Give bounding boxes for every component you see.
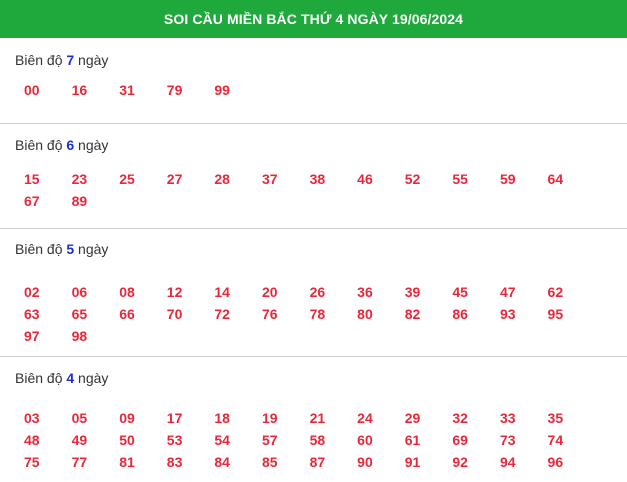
number-cell: 70: [166, 306, 183, 322]
number-cell: 81: [119, 454, 135, 470]
number-cell: 99: [214, 82, 230, 98]
number-cell: 03: [24, 410, 40, 426]
days-count: 5: [66, 241, 75, 257]
number-cell: 25: [119, 171, 135, 187]
number-cell: 33: [499, 410, 516, 426]
number-grid: 02 06 08 12 14 20 26 36 39 45 47 62 63 65 66 70 72 76 78 80…: [24, 281, 595, 347]
number-cell: 77: [71, 454, 88, 470]
number-cell: 55: [452, 171, 468, 187]
days-count: 6: [66, 137, 75, 153]
number-cell: 18: [214, 410, 230, 426]
number-cell: 86: [452, 306, 468, 322]
days-count: 4: [66, 370, 75, 386]
number-cell: 02: [24, 284, 40, 300]
number-cell: 95: [547, 306, 564, 322]
number-cell: 87: [309, 454, 326, 470]
number-cell: 26: [309, 284, 326, 300]
number-cell: 49: [71, 432, 88, 448]
number-cell: 63: [24, 306, 40, 322]
number-cell: 14: [214, 284, 230, 300]
number-cell: 46: [357, 171, 373, 187]
section-title: Biên độ 4 ngày: [15, 370, 109, 386]
amplitude-section-4: Biên độ 4 ngày 03 05 09 17 18 19 21 24 29 32 33 35 4…: [0, 357, 627, 482]
number-cell: 09: [119, 410, 135, 426]
number-cell: 37: [261, 171, 278, 187]
number-cell: 48: [24, 432, 40, 448]
number-cell: 24: [357, 410, 373, 426]
number-cell: 27: [166, 171, 183, 187]
number-cell: 16: [71, 82, 88, 98]
number-cell: 28: [214, 171, 230, 187]
number-cell: 00: [24, 82, 40, 98]
number-cell: 61: [404, 432, 421, 448]
number-cell: 59: [499, 171, 516, 187]
number-cell: 82: [404, 306, 421, 322]
number-cell: 60: [357, 432, 373, 448]
number-cell: 75: [24, 454, 40, 470]
number-cell: 31: [119, 82, 135, 98]
number-grid: 00 16 31 79 99: [24, 79, 595, 101]
number-cell: 23: [71, 171, 88, 187]
number-cell: 90: [357, 454, 373, 470]
number-cell: 92: [452, 454, 468, 470]
number-cell: 78: [309, 306, 326, 322]
number-cell: 64: [547, 171, 564, 187]
number-cell: 65: [71, 306, 88, 322]
amplitude-section-6: Biên độ 6 ngày 15 23 25 27 28 37 38 46 52 55 59 64 6…: [0, 124, 627, 229]
amplitude-section-7: Biên độ 7 ngày 00 16 31 79 99: [0, 38, 627, 124]
number-cell: 57: [261, 432, 278, 448]
section-title: Biên độ 6 ngày: [15, 137, 109, 153]
number-cell: 05: [71, 410, 88, 426]
number-cell: 73: [499, 432, 516, 448]
page-title: SOI CẦU MIỀN BẮC THỨ 4 NGÀY 19/06/2024: [163, 11, 464, 27]
number-cell: 72: [214, 306, 230, 322]
page-header: SOI CẦU MIỀN BẮC THỨ 4 NGÀY 19/06/2024: [0, 0, 627, 38]
number-cell: 47: [499, 284, 516, 300]
number-cell: 20: [261, 284, 278, 300]
number-cell: 58: [309, 432, 326, 448]
number-cell: 94: [499, 454, 516, 470]
number-cell: 06: [71, 284, 88, 300]
number-cell: 17: [166, 410, 183, 426]
section-title: Biên độ 7 ngày: [15, 52, 109, 68]
number-cell: 69: [452, 432, 468, 448]
number-cell: 35: [547, 410, 564, 426]
number-cell: 15: [24, 171, 40, 187]
amplitude-section-5: Biên độ 5 ngày 02 06 08 12 14 20 26 36 39 45 47 62 6…: [0, 229, 627, 357]
number-cell: 97: [24, 328, 40, 344]
number-cell: 62: [547, 284, 564, 300]
section-title: Biên độ 5 ngày: [15, 241, 109, 257]
number-cell: 96: [547, 454, 564, 470]
number-cell: 21: [309, 410, 326, 426]
number-cell: 53: [166, 432, 183, 448]
number-cell: 45: [452, 284, 468, 300]
number-cell: 85: [261, 454, 278, 470]
number-cell: 39: [404, 284, 421, 300]
number-cell: 83: [166, 454, 183, 470]
number-cell: 12: [166, 284, 183, 300]
number-cell: 76: [261, 306, 278, 322]
number-cell: 98: [71, 328, 88, 344]
number-cell: 36: [357, 284, 373, 300]
number-cell: 84: [214, 454, 230, 470]
number-cell: 80: [357, 306, 373, 322]
number-cell: 54: [214, 432, 230, 448]
number-cell: 74: [547, 432, 564, 448]
number-cell: 52: [404, 171, 421, 187]
days-count: 7: [66, 52, 75, 68]
number-cell: 50: [119, 432, 135, 448]
number-cell: 08: [119, 284, 135, 300]
number-cell: 67: [24, 193, 40, 209]
number-cell: 91: [404, 454, 421, 470]
number-cell: 19: [261, 410, 278, 426]
number-cell: 79: [166, 82, 183, 98]
number-cell: 38: [309, 171, 326, 187]
number-cell: 89: [71, 193, 88, 209]
number-cell: 93: [499, 306, 516, 322]
number-grid: 15 23 25 27 28 37 38 46 52 55 59 64 67 89: [24, 168, 595, 212]
number-cell: 29: [404, 410, 421, 426]
number-cell: 32: [452, 410, 468, 426]
number-cell: 66: [119, 306, 135, 322]
number-grid: 03 05 09 17 18 19 21 24 29 32 33 35 48 49 50 53 54 57 58 60…: [24, 407, 595, 473]
